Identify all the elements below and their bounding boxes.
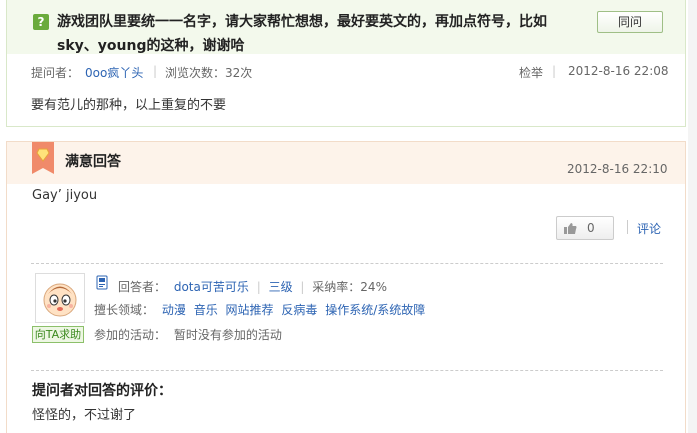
skills-label: 擅长领域： xyxy=(94,303,155,317)
answerer-label: 回答者： xyxy=(118,280,167,294)
answerer-name-link[interactable]: dota可苦可乐 xyxy=(174,280,249,294)
question-time: 2012-8-16 22:08 xyxy=(568,64,669,78)
answer-card: 满意回答 2012-8-16 22:10 Gay’ jiyou 0 评论 向TA… xyxy=(6,141,686,433)
ribbon-badge-icon xyxy=(32,142,54,174)
answer-time: 2012-8-16 22:10 xyxy=(567,162,668,176)
question-icon: ? xyxy=(33,14,49,30)
meta-divider: | xyxy=(552,64,557,78)
scrollbar[interactable] xyxy=(688,0,697,433)
answerer-icon xyxy=(96,275,108,290)
divider xyxy=(31,370,663,371)
info-divider: | xyxy=(256,280,261,294)
skills-row: 擅长领域： 动漫 音乐 网站推荐 反病毒 操作系统/系统故障 xyxy=(94,301,429,318)
thumbs-up-icon xyxy=(564,223,577,234)
question-card: ? 游戏团队里要统一一名字，请大家帮忙想想，最好要英文的，再加点符号，比如sky… xyxy=(6,0,686,127)
report-link[interactable]: 检举 xyxy=(519,64,543,81)
answerer-info: 回答者： dota可苦可乐 | 三级 | 采纳率：24% xyxy=(118,278,391,295)
upvote-button[interactable]: 0 xyxy=(556,216,614,240)
vote-count: 0 xyxy=(587,221,595,235)
view-count: 浏览次数：32次 xyxy=(165,66,253,80)
asker-label: 提问者： xyxy=(31,66,80,80)
info-divider: | xyxy=(300,280,305,294)
activity-value: 暂时没有参加的活动 xyxy=(173,328,282,342)
skill-link[interactable]: 网站推荐 xyxy=(226,303,274,317)
same-question-button[interactable]: 同问 xyxy=(597,11,663,33)
divider xyxy=(31,263,663,264)
question-title: 游戏团队里要统一一名字，请大家帮忙想想，最好要英文的，再加点符号，比如sky、y… xyxy=(57,14,547,54)
question-body: 要有范儿的那种，以上重复的不要 xyxy=(31,98,227,113)
adopt-rate: 采纳率：24% xyxy=(312,280,387,294)
answerer-level-link[interactable]: 三级 xyxy=(269,280,293,294)
asker-name-link[interactable]: 0oo疯丫头 xyxy=(85,64,143,81)
question-meta: 提问者： 0oo疯丫头 | 浏览次数：32次 检举 | 2012-8-16 22… xyxy=(31,64,671,82)
answer-title: 满意回答 xyxy=(65,154,121,170)
activity-label: 参加的活动： xyxy=(94,328,167,342)
answer-body: Gay’ jiyou xyxy=(32,188,98,203)
evaluation-body: 怪怪的，不过谢了 xyxy=(32,408,137,423)
activity-row: 参加的活动： 暂时没有参加的活动 xyxy=(94,326,286,343)
skill-link[interactable]: 反病毒 xyxy=(281,303,317,317)
meta-divider: | xyxy=(153,64,158,78)
skill-link[interactable]: 音乐 xyxy=(194,303,218,317)
avatar[interactable] xyxy=(35,273,85,323)
comment-link[interactable]: 评论 xyxy=(637,220,661,237)
evaluation-title: 提问者对回答的评价： xyxy=(32,383,172,399)
skill-link[interactable]: 操作系统/系统故障 xyxy=(325,303,425,317)
ask-help-button[interactable]: 向TA求助 xyxy=(32,326,84,343)
skill-link[interactable]: 动漫 xyxy=(162,303,186,317)
divider xyxy=(627,220,628,234)
